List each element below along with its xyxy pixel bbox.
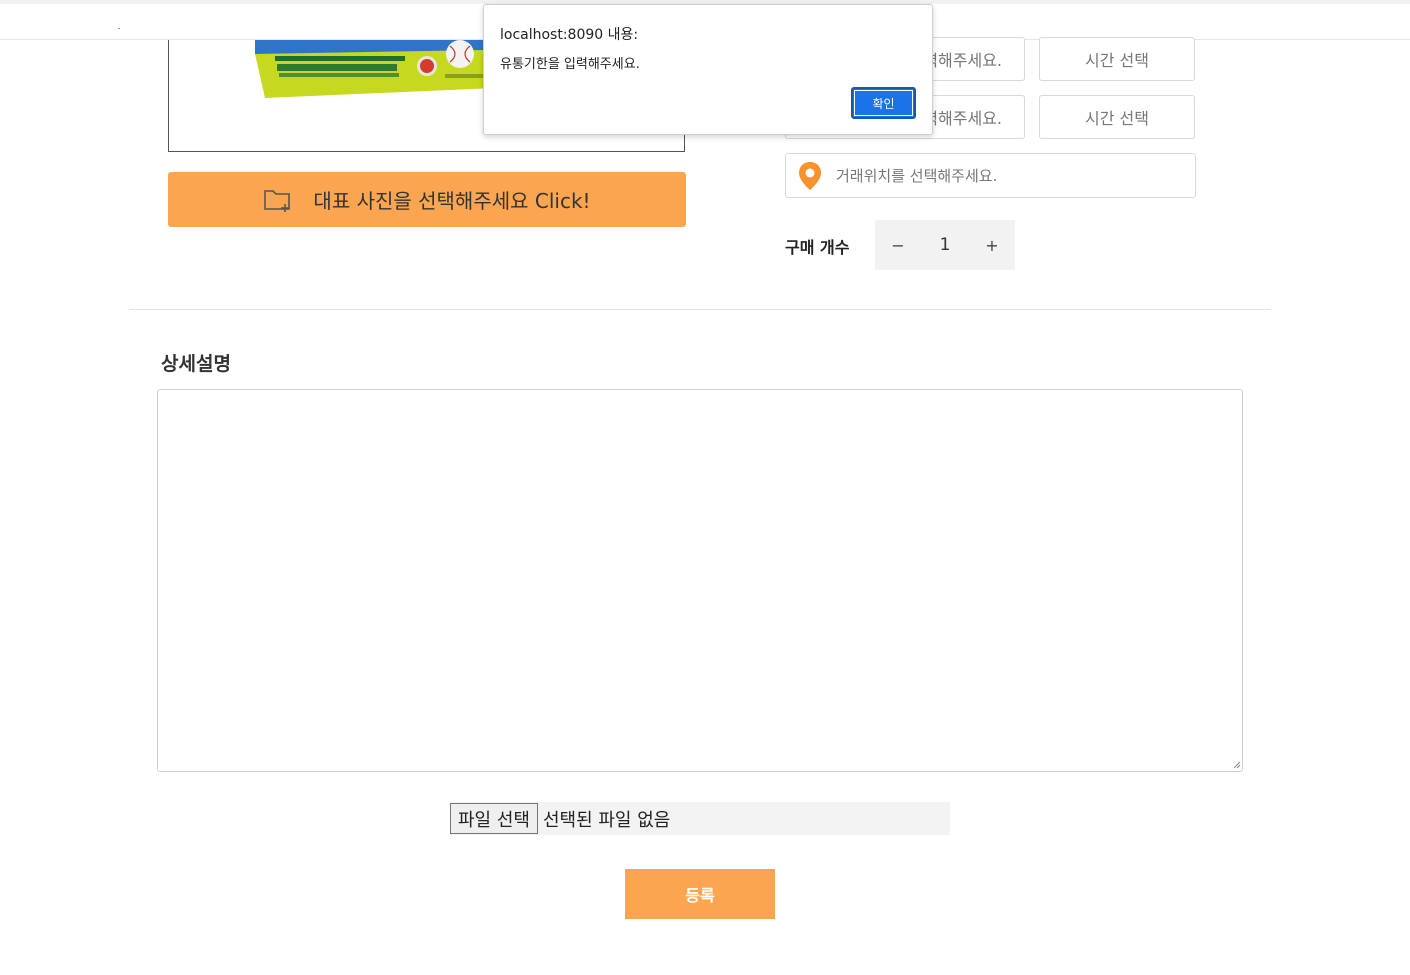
expiry-time-label: 시간 선택 (1085, 51, 1149, 70)
quantity-decrease-button[interactable]: − (875, 236, 921, 255)
submit-button[interactable]: 등록 (625, 869, 775, 919)
file-upload-row: 파일 선택 선택된 파일 없음 (450, 802, 950, 835)
map-pin-icon (799, 161, 821, 190)
trade-time-label: 시간 선택 (1085, 109, 1149, 128)
detail-section-title: 상세설명 (161, 353, 231, 375)
section-divider (129, 309, 1271, 310)
alert-dialog: localhost:8090 내용: 유통기한을 입력해주세요. 확인 (483, 4, 933, 135)
folder-plus-icon (264, 189, 291, 212)
detail-description-textarea[interactable] (157, 389, 1243, 772)
trade-location-placeholder: 거래위치를 선택해주세요. (836, 167, 998, 185)
alert-title: localhost:8090 내용: (500, 27, 639, 43)
quantity-stepper: − 1 + (875, 220, 1015, 270)
trade-time-select-button[interactable]: 시간 선택 (1039, 95, 1195, 139)
select-main-photo-label: 대표 사진을 선택해주세요 Click! (313, 189, 591, 213)
product-photo (255, 40, 495, 100)
select-main-photo-button[interactable]: 대표 사진을 선택해주세요 Click! (168, 172, 686, 227)
quantity-value: 1 (939, 235, 951, 255)
submit-label: 등록 (685, 886, 715, 905)
quantity-label: 구매 개수 (785, 238, 850, 257)
trade-location-input[interactable]: 거래위치를 선택해주세요. (785, 153, 1196, 198)
file-status-text: 선택된 파일 없음 (542, 809, 671, 831)
expiry-time-select-button[interactable]: 시간 선택 (1039, 37, 1195, 81)
quantity-increase-button[interactable]: + (969, 236, 1015, 255)
resize-grip-icon[interactable] (1233, 761, 1241, 769)
trade-date-placeholder: 력해주세요. (923, 109, 1002, 128)
nav-dot (118, 28, 120, 29)
alert-message: 유통기한을 입력해주세요. (500, 57, 640, 72)
file-select-button[interactable]: 파일 선택 (450, 803, 538, 834)
expiry-date-placeholder: 력해주세요. (923, 51, 1002, 70)
alert-ok-label: 확인 (872, 96, 895, 111)
alert-ok-button[interactable]: 확인 (851, 87, 916, 119)
